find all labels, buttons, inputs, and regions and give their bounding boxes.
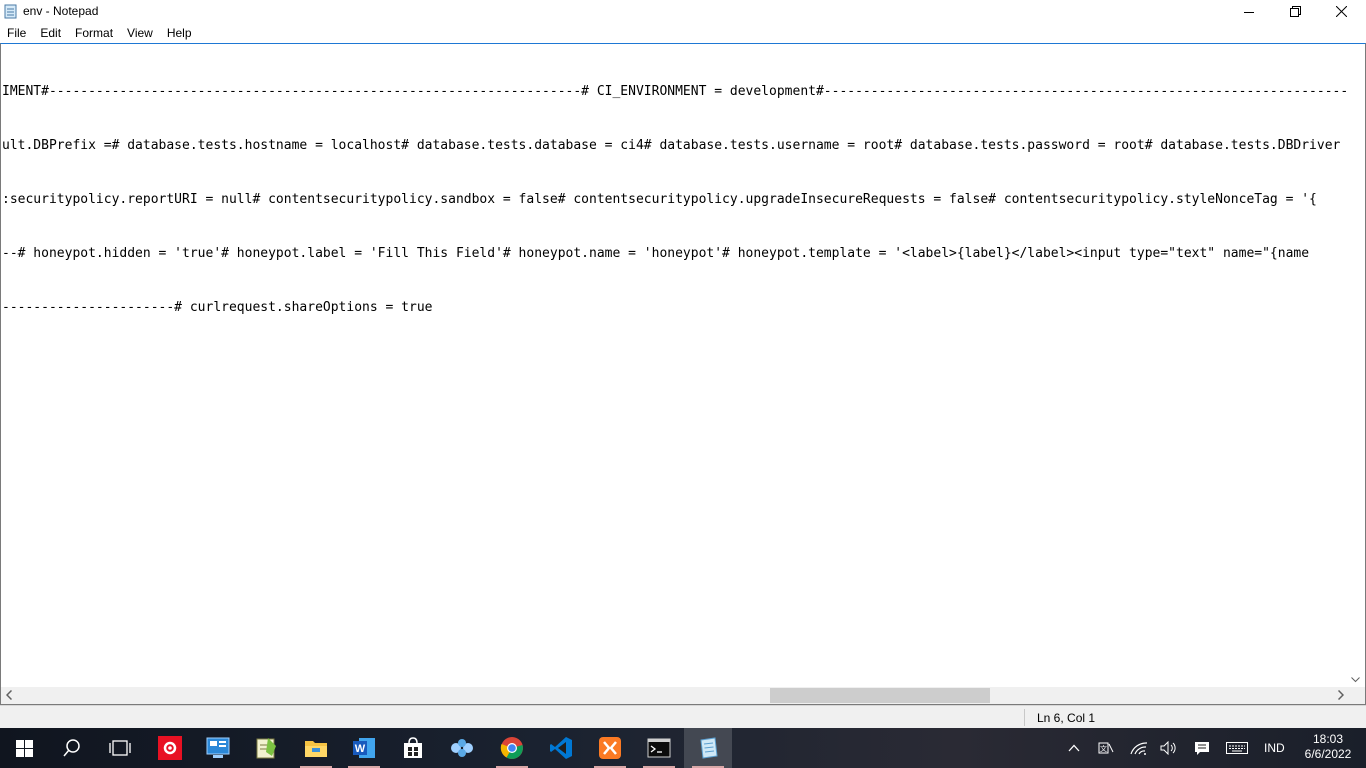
start-button[interactable] [0, 728, 48, 768]
tray-keyboard[interactable] [1224, 728, 1250, 768]
tray-volume[interactable] [1157, 728, 1181, 768]
editor-line[interactable]: ----------------------# curlrequest.shar… [2, 299, 1347, 317]
horizontal-scrollbar[interactable] [1, 687, 1348, 704]
taskbar-app-vscode[interactable] [537, 728, 585, 768]
editor-line[interactable]: ult.DBPrefix =# database.tests.hostname … [2, 137, 1347, 155]
menu-edit[interactable]: Edit [33, 23, 68, 43]
editor-line[interactable]: :securitypolicy.reportURI = null# conten… [2, 191, 1347, 209]
scroll-down-arrow-icon[interactable] [1351, 677, 1360, 683]
file-explorer-icon [305, 741, 327, 757]
notepadpp-icon [256, 738, 276, 759]
window-title: env - Notepad [23, 4, 99, 18]
menu-bar: File Edit Format View Help [0, 23, 1366, 43]
minimize-icon [1244, 11, 1254, 13]
restore-button[interactable] [1272, 0, 1318, 23]
taskbar: W 文 IND 18:03 6/6/2022 [0, 728, 1366, 768]
scroll-left-arrow-icon[interactable] [6, 690, 12, 700]
word-icon: W [353, 738, 375, 758]
taskbar-app-store[interactable] [389, 728, 437, 768]
game-icon [451, 739, 473, 757]
wifi-icon [1130, 742, 1148, 755]
svg-text:文: 文 [1100, 744, 1107, 753]
chrome-icon [500, 737, 523, 759]
volume-icon [1160, 741, 1176, 755]
scrollbar-corner [1348, 687, 1365, 704]
start-icon [15, 739, 33, 757]
tray-action-center[interactable] [1190, 728, 1214, 768]
task-view-icon [109, 740, 131, 756]
menu-view[interactable]: View [120, 23, 160, 43]
language-indicator[interactable]: IND [1264, 741, 1285, 755]
vertical-scrollbar[interactable] [1347, 44, 1365, 687]
close-icon [1335, 6, 1347, 17]
notification-icon [1195, 741, 1209, 755]
clock-date: 6/6/2022 [1304, 747, 1352, 761]
minimize-button[interactable] [1226, 0, 1272, 23]
task-view-button[interactable] [96, 728, 144, 768]
pen-input-icon: 文 [1098, 742, 1114, 754]
xampp-icon [599, 737, 621, 759]
notepad-icon [700, 737, 718, 759]
menu-help[interactable]: Help [160, 23, 199, 43]
title-bar[interactable]: env - Notepad [0, 0, 1366, 23]
terminal-icon [647, 738, 671, 758]
vscode-icon [550, 737, 572, 759]
taskbar-app-file-explorer[interactable] [292, 728, 340, 768]
cursor-position: Ln 6, Col 1 [1037, 711, 1096, 725]
taskbar-app-control-panel[interactable] [194, 728, 242, 768]
search-icon [63, 739, 80, 757]
taskbar-app-xampp[interactable] [586, 728, 634, 768]
taskbar-app-word[interactable]: W [340, 728, 388, 768]
clock-time: 18:03 [1312, 732, 1344, 746]
menu-file[interactable]: File [0, 23, 33, 43]
taskbar-app-chrome[interactable] [488, 728, 536, 768]
taskbar-app-notepadpp[interactable] [242, 728, 290, 768]
status-divider [1024, 709, 1025, 726]
horizontal-scroll-thumb[interactable] [770, 688, 990, 703]
settings-app-icon [158, 736, 182, 760]
text-editor[interactable]: IMENT#----------------------------------… [0, 43, 1366, 705]
editor-line[interactable]: --# honeypot.hidden = 'true'# honeypot.l… [2, 245, 1347, 263]
menu-format[interactable]: Format [68, 23, 120, 43]
taskbar-app-notepad[interactable] [684, 728, 732, 768]
taskbar-app-game[interactable] [438, 728, 486, 768]
search-button[interactable] [48, 728, 96, 768]
system-clock[interactable]: 18:03 6/6/2022 [1300, 732, 1356, 762]
store-icon [404, 737, 422, 758]
chevron-up-icon [1068, 744, 1080, 752]
taskbar-app-terminal[interactable] [635, 728, 683, 768]
scroll-right-arrow-icon[interactable] [1338, 690, 1344, 700]
keyboard-icon [1226, 742, 1248, 754]
editor-line[interactable]: IMENT#----------------------------------… [2, 83, 1347, 101]
tray-input-method[interactable]: 文 [1094, 728, 1118, 768]
taskbar-app-settings[interactable] [146, 728, 194, 768]
notepad-icon [4, 4, 18, 19]
show-hidden-icons-button[interactable] [1062, 728, 1086, 768]
editor-content[interactable]: IMENT#----------------------------------… [2, 47, 1347, 687]
svg-text:W: W [355, 743, 366, 755]
control-panel-icon [206, 737, 230, 758]
close-button[interactable] [1318, 0, 1364, 23]
tray-wifi[interactable] [1127, 728, 1151, 768]
status-bar: Ln 6, Col 1 [0, 705, 1366, 728]
restore-icon [1289, 6, 1301, 17]
